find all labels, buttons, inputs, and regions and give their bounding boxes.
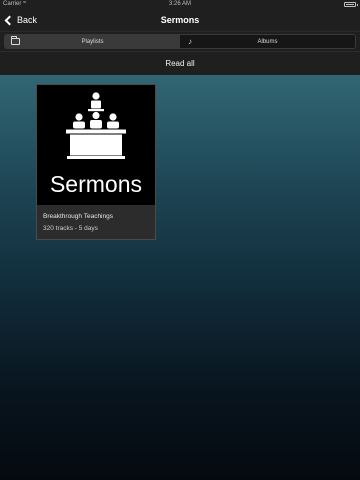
segment-bar: Playlists ♪ Albums	[0, 31, 360, 51]
playlist-info: Breakthrough Teachings 320 tracks - 5 da…	[37, 205, 155, 239]
preacher-podium-icon	[66, 92, 126, 159]
read-all-label: Read all	[165, 59, 195, 68]
tab-playlists[interactable]: Playlists	[5, 35, 180, 48]
read-all-button[interactable]: Read all	[0, 51, 360, 75]
tab-playlists-label: Playlists	[81, 38, 104, 45]
folder-icon	[11, 36, 20, 45]
status-bar: Carrier ≈ 3:26 AM	[0, 0, 360, 9]
segmented-control: Playlists ♪ Albums	[4, 34, 356, 49]
playlist-card[interactable]: Sermons Breakthrough Teachings 320 track…	[36, 84, 156, 240]
navigation-bar: Back Sermons	[0, 9, 360, 31]
cover-title: Sermons	[49, 171, 143, 197]
tab-albums-label: Albums	[257, 38, 278, 45]
tab-albums[interactable]: ♪ Albums	[180, 35, 355, 48]
playlist-title: Breakthrough Teachings	[43, 213, 113, 220]
battery-icon	[344, 2, 358, 7]
music-note-icon: ♪	[188, 37, 192, 46]
playlist-cover: Sermons	[37, 85, 155, 205]
playlist-subtitle: 320 tracks - 5 days	[43, 225, 98, 232]
page-title: Sermons	[160, 15, 200, 25]
status-time: 3:26 AM	[168, 1, 191, 7]
